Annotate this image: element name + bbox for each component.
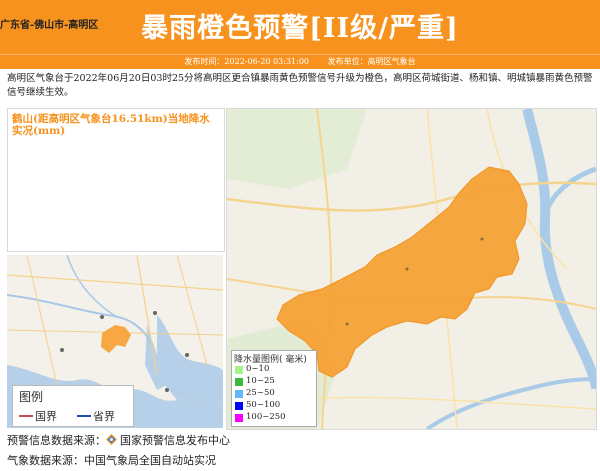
weather-source-line: 气象数据来源：中国气象局全国自动站实况 xyxy=(7,454,216,467)
legend-swatch-25-50 xyxy=(235,390,243,398)
warning-source-name: 国家预警信息发布中心 xyxy=(120,434,230,447)
warning-source-label: 预警信息数据来源： xyxy=(7,434,106,447)
warning-description: 高明区气象台于2022年06月20日03时25分将高明区更合镇暴雨黄色预警信号升… xyxy=(7,73,593,98)
publisher: 发布单位：高明区气象台 xyxy=(327,57,416,66)
warning-center-logo-icon xyxy=(106,434,117,445)
legend-label-0-10: 0~10 xyxy=(246,364,270,374)
warning-source-line: 预警信息数据来源： 国家预警信息发布中心 xyxy=(7,432,230,448)
rainfall-panel: 鹤山(距高明区气象台16.51km)当地降水实况(mm) xyxy=(7,108,225,252)
national-border-label: 国界 xyxy=(35,410,57,423)
legend-swatch-50-100 xyxy=(235,402,243,410)
overview-legend-title: 图例 xyxy=(19,390,44,404)
legend-label-10-25: 10~25 xyxy=(246,376,275,386)
legend-label-25-50: 25~50 xyxy=(246,388,275,398)
legend-label-100-250: 100~250 xyxy=(246,412,286,422)
legend-label-50-100: 50~100 xyxy=(246,400,281,410)
rainfall-legend-title: 降水量图例( 毫米) xyxy=(234,355,307,365)
legend-swatch-100-250 xyxy=(235,414,243,422)
rainfall-legend: 降水量图例( 毫米) 0~10 10~25 25~50 50~100 100~2… xyxy=(231,350,317,427)
publish-time: 发布时间：2022-06-20 03:31:00 xyxy=(184,57,310,66)
legend-swatch-10-25 xyxy=(235,378,243,386)
location-region: 广东省-佛山市-高明区 xyxy=(0,20,99,31)
legend-swatch-0-10 xyxy=(235,366,243,374)
publish-info-bar: 发布时间：2022-06-20 03:31:00 发布单位：高明区气象台 xyxy=(0,54,600,69)
overview-map-legend: 图例 国界 省界 xyxy=(12,385,134,427)
provincial-border-icon xyxy=(77,415,91,417)
provincial-border-label: 省界 xyxy=(93,410,115,423)
rainfall-panel-title: 鹤山(距高明区气象台16.51km)当地降水实况(mm) xyxy=(12,113,210,137)
national-border-icon xyxy=(19,415,33,417)
